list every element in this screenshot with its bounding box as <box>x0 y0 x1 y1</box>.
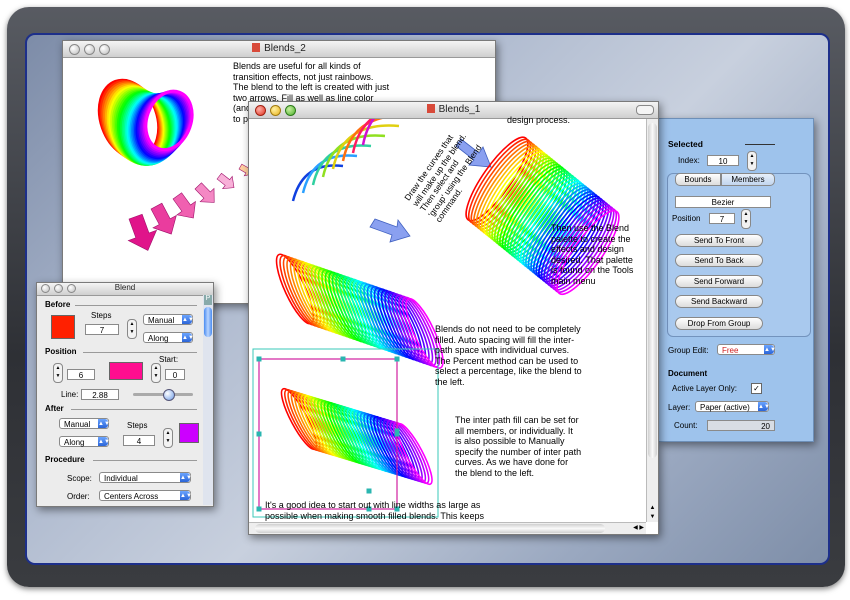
vertical-scroll-arrows[interactable]: ▲ ▼ <box>647 504 658 522</box>
vertical-scrollbar[interactable]: ▲ ▼ <box>646 119 658 522</box>
document-heading: Document <box>668 369 708 378</box>
before-steps-field[interactable]: 7 <box>85 324 119 335</box>
before-steps-stepper[interactable]: ▲ ▼ <box>127 319 137 339</box>
start-label: Start: <box>159 355 179 364</box>
count-label: Count: <box>674 421 698 430</box>
before-heading: Before <box>45 300 71 309</box>
after-mode-select[interactable]: Manual ▲▼ <box>59 418 110 429</box>
procedure-heading: Procedure <box>45 455 85 464</box>
after-color-swatch[interactable] <box>179 423 199 443</box>
position-label: Position <box>672 214 701 223</box>
blends1-titlebar[interactable]: Blends_1 <box>249 102 658 119</box>
blends1-top-text: design process. <box>507 115 571 125</box>
blend-palette-title: Blend <box>114 283 136 292</box>
after-steps-stepper[interactable]: ▲ ▼ <box>163 428 173 448</box>
send-backward-button[interactable]: Send Backward <box>675 295 763 308</box>
blends2-title: Blends_2 <box>264 43 306 54</box>
blends1-palette-text: Then use the Blend palette to create the… <box>551 223 634 286</box>
after-steps-field[interactable]: 4 <box>123 435 155 446</box>
after-heading: After <box>45 404 64 413</box>
blends1-bottom-text: It's a good idea to start out with line … <box>265 500 484 521</box>
index-stepper[interactable]: ▲ ▼ <box>747 151 757 171</box>
drop-from-group-button[interactable]: Drop From Group <box>675 317 763 330</box>
start-field[interactable]: 0 <box>165 369 185 380</box>
position-stepper[interactable]: ▲ ▼ <box>53 363 63 383</box>
layer-select[interactable]: Paper (active) ▲▼ <box>695 401 770 412</box>
scope-value: Individual <box>104 474 138 483</box>
position-value-field[interactable]: 7 <box>709 213 735 224</box>
object-type-field: Bezier <box>675 196 771 208</box>
blend-palette-titlebar[interactable]: Blend <box>37 283 213 296</box>
active-layer-checkbox[interactable]: ✓ <box>751 383 762 394</box>
blends2-titlebar[interactable]: Blends_2 <box>63 41 495 58</box>
before-color-swatch[interactable] <box>51 315 75 339</box>
group-edit-label: Group Edit: <box>668 346 709 355</box>
layer-value: Paper (active) <box>700 403 750 412</box>
after-dir-value: Along <box>64 438 85 447</box>
position-heading: Position <box>45 347 77 356</box>
send-to-back-button[interactable]: Send To Back <box>675 254 763 267</box>
group-edit-select[interactable]: Free ▲▼ <box>717 344 776 355</box>
index-field[interactable]: 10 <box>707 155 739 166</box>
count-field: 20 <box>707 420 775 431</box>
position-color-swatch[interactable] <box>109 362 143 380</box>
scope-select[interactable]: Individual ▲▼ <box>99 472 192 483</box>
scope-label: Scope: <box>67 474 92 483</box>
line-label: Line: <box>61 390 79 399</box>
tab-members[interactable]: Members <box>721 173 775 186</box>
blends1-inter-text: The inter path fill can be set for all m… <box>455 415 582 478</box>
blend-palette[interactable]: Blend P Before Steps 7 ▲ ▼ Manual ▲▼ Along… <box>36 282 214 507</box>
before-mode-value: Manual <box>148 316 175 325</box>
palette-scroll-thumb[interactable] <box>204 307 212 337</box>
before-dir-value: Along <box>148 334 169 343</box>
document-icon <box>252 43 261 52</box>
start-stepper[interactable]: ▲ ▼ <box>151 363 161 383</box>
before-steps-label: Steps <box>91 311 112 320</box>
toolbar-toggle[interactable] <box>636 105 654 115</box>
active-layer-label: Active Layer Only: <box>672 384 737 393</box>
after-dir-select[interactable]: Along ▲▼ <box>59 436 110 447</box>
palette-tab-p[interactable]: P <box>204 295 212 305</box>
send-to-front-button[interactable]: Send To Front <box>675 234 763 247</box>
position-value-stepper[interactable]: ▲ ▼ <box>741 209 751 229</box>
position-field[interactable]: 6 <box>67 369 95 380</box>
tab-group: Bounds Members <box>675 173 775 186</box>
line-field[interactable]: 2.88 <box>81 389 119 400</box>
after-steps-label: Steps <box>127 421 148 430</box>
document-icon <box>426 104 435 113</box>
before-dir-select[interactable]: Along ▲▼ <box>143 332 194 343</box>
before-mode-select[interactable]: Manual ▲▼ <box>143 314 194 325</box>
layer-label: Layer: <box>668 403 691 412</box>
send-forward-button[interactable]: Send Forward <box>675 275 763 288</box>
vertical-scroll-thumb[interactable] <box>648 123 657 458</box>
selection-panel[interactable]: Selected Index: 10 ▲ ▼ Bounds Members Bez… <box>658 118 814 442</box>
selected-heading: Selected <box>668 139 703 149</box>
group-edit-value: Free <box>722 346 739 355</box>
tab-bounds[interactable]: Bounds <box>675 173 721 186</box>
line-slider-thumb[interactable] <box>163 389 175 401</box>
after-mode-value: Manual <box>64 420 91 429</box>
index-label: Index: <box>678 156 700 165</box>
order-select[interactable]: Centers Across ▲▼ <box>99 490 192 501</box>
line-slider[interactable] <box>133 389 193 401</box>
blends1-complete-text: Blends do not need to be completely fill… <box>435 324 582 387</box>
order-value: Centers Across <box>104 492 159 501</box>
order-label: Order: <box>67 492 90 501</box>
blends1-window[interactable]: Blends_1 ▲ ▼ ◀ ▶ design process. Draw the… <box>248 101 659 535</box>
palette-scrollbar[interactable]: P <box>203 295 213 505</box>
